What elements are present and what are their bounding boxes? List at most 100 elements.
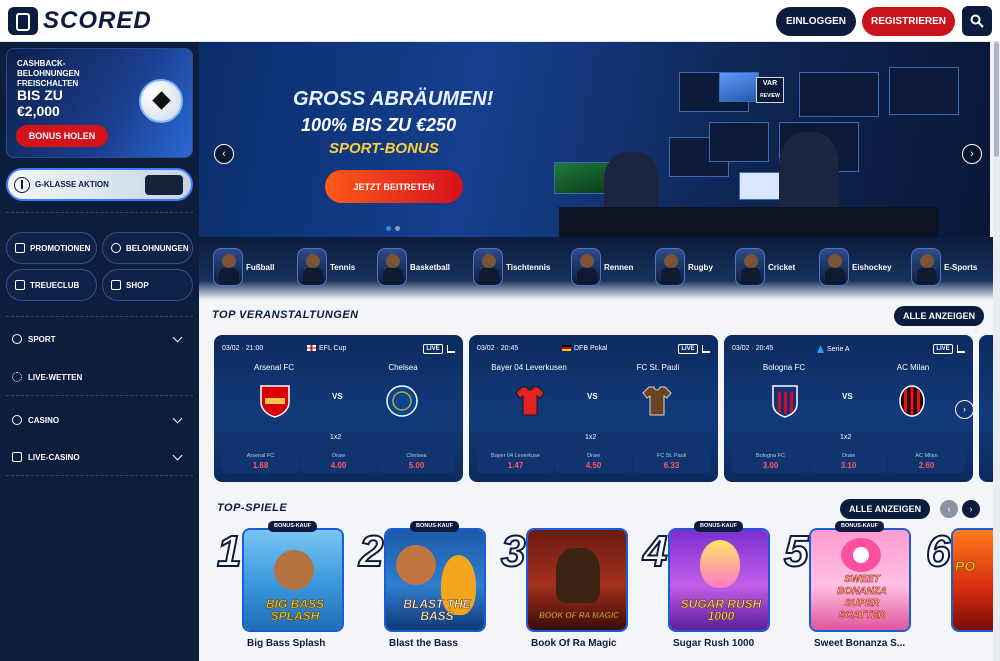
- sidebar-pill-shop[interactable]: SHOP: [102, 269, 193, 301]
- bonus-claim-button[interactable]: BONUS HOLEN: [16, 125, 108, 147]
- home-team: Bologna FC: [762, 363, 806, 372]
- sport-item-rennen[interactable]: Rennen: [571, 248, 633, 286]
- sidebar-pill-promotionen[interactable]: PROMOTIONEN: [6, 232, 97, 264]
- arsenal-crest-icon: [260, 385, 290, 418]
- game-item[interactable]: 2 BLAST THE BASS BONUS-KAUF Blast the Ba…: [358, 521, 499, 649]
- sport-item-esports[interactable]: E-Sports: [911, 248, 977, 286]
- sport-item-fussball[interactable]: Fußball: [213, 248, 274, 286]
- live-badge: LIVE: [933, 344, 953, 354]
- spade-icon: [12, 415, 22, 425]
- hero-bonus-type: SPORT-BONUS: [329, 140, 439, 157]
- sidebar-item-sport[interactable]: SPORT: [12, 329, 187, 349]
- athlete-avatar: [297, 248, 327, 286]
- top-bar: SCORED EINLOGGEN REGISTRIEREN: [0, 0, 1000, 42]
- cashback-promo-banner[interactable]: CASHBACK-BELOHNUNGEN FREISCHALTEN BIS ZU…: [6, 48, 193, 158]
- search-icon: [970, 14, 984, 28]
- sidebar-pill-belohnungen[interactable]: BELOHNUNGEN: [102, 232, 193, 264]
- logo[interactable]: SCORED: [8, 7, 152, 35]
- sport-item-eishockey[interactable]: Eishockey: [819, 248, 892, 286]
- odd-button-draw[interactable]: Draw 4.00: [300, 449, 377, 473]
- slide-dot-active[interactable]: [386, 226, 391, 231]
- event-competition: Serie A: [817, 345, 850, 353]
- mercedes-logo-icon: [14, 176, 30, 193]
- game-rank: 6: [926, 528, 952, 577]
- hero-headline: GROSS ABRÄUMEN!: [293, 88, 494, 110]
- slide-dot[interactable]: [395, 226, 400, 231]
- car-icon: [145, 175, 183, 195]
- game-item[interactable]: 4 SUGAR RUSH 1000 BONUS-KAUF Sugar Rush …: [642, 521, 783, 649]
- game-item[interactable]: 5 SWEET BONANZA SUPER SCATTER BONUS-KAUF…: [783, 521, 924, 649]
- stats-icon[interactable]: [447, 345, 455, 353]
- hero-next-button[interactable]: ›: [962, 144, 982, 164]
- game-thumbnail[interactable]: BOOK OF RA MAGIC: [526, 528, 628, 632]
- candy-graphic: [700, 540, 740, 588]
- athlete-avatar: [473, 248, 503, 286]
- game-item-partial[interactable]: 6 PO Po: [926, 528, 1000, 638]
- fisherman-graphic: [274, 550, 314, 590]
- game-thumbnail[interactable]: BLAST THE BASS: [384, 528, 486, 632]
- odd-label: Draw: [587, 453, 600, 459]
- game-thumbnail[interactable]: SWEET BONANZA SUPER SCATTER: [809, 528, 911, 632]
- athlete-avatar: [819, 248, 849, 286]
- sidebar-item-label: SPORT: [28, 334, 56, 344]
- cashback-amount: BIS ZU €2,000: [17, 87, 63, 119]
- main-content: VAR REVIEW GROSS ABRÄUMEN! 100% BIS ZU €…: [199, 42, 1000, 661]
- sidebar-pill-treueclub[interactable]: TREUECLUB: [6, 269, 97, 301]
- sidebar-item-live-wetten[interactable]: LIVE-WETTEN: [12, 367, 187, 387]
- monitor-graphic: [719, 72, 759, 102]
- odd-button-home[interactable]: Bayer 04 Leverkuse 1.47: [477, 449, 554, 473]
- stats-icon[interactable]: [702, 345, 710, 353]
- see-all-games-button[interactable]: ALLE ANZEIGEN: [840, 499, 931, 519]
- odd-button-home[interactable]: Arsenal FC 1.68: [222, 449, 299, 473]
- sport-item-tennis[interactable]: Tennis: [297, 248, 355, 286]
- sport-item-cricket[interactable]: Cricket: [735, 248, 795, 286]
- scrollbar-thumb[interactable]: [994, 42, 999, 157]
- bonus-buy-badge: BONUS-KAUF: [268, 521, 317, 532]
- event-card[interactable]: 03/02 · 20:45 DFB Pokal LIVE Bayer 04 Le…: [469, 335, 718, 482]
- odd-label: Draw: [332, 453, 345, 459]
- events-next-button[interactable]: ›: [955, 400, 974, 419]
- sport-item-rugby[interactable]: Rugby: [655, 248, 713, 286]
- event-card[interactable]: 03/02 · 21:00 EFL Cup LIVE Arsenal FC Ch…: [214, 335, 463, 482]
- register-button[interactable]: REGISTRIEREN: [862, 7, 955, 36]
- see-all-events-button[interactable]: ALLE ANZEIGEN: [894, 306, 985, 326]
- page-scrollbar[interactable]: [993, 42, 1000, 661]
- odd-button-away[interactable]: Chelsea 5.00: [378, 449, 455, 473]
- game-rank: 5: [783, 527, 810, 577]
- game-item[interactable]: 3 BOOK OF RA MAGIC Book Of Ra Magic: [500, 527, 641, 649]
- games-prev-button[interactable]: ‹: [940, 500, 958, 518]
- game-item[interactable]: 1 BIG BASS SPLASH BONUS-KAUF Big Bass Sp…: [216, 521, 357, 649]
- event-card[interactable]: 03/02 · 20:45 Serie A LIVE Bologna FC AC…: [724, 335, 973, 482]
- hero-prev-button[interactable]: ‹: [214, 144, 234, 164]
- competition-label: EFL Cup: [319, 345, 347, 352]
- hero-banner[interactable]: VAR REVIEW GROSS ABRÄUMEN! 100% BIS ZU €…: [199, 42, 990, 237]
- market-label: 1x2: [840, 434, 852, 441]
- sidebar-item-live-casino[interactable]: LIVE-CASINO: [12, 447, 187, 467]
- games-next-button[interactable]: ›: [962, 500, 980, 518]
- gclass-promo-button[interactable]: G-KLASSE AKTION: [6, 168, 193, 201]
- odd-label: Draw: [842, 453, 855, 459]
- search-button[interactable]: [962, 6, 992, 36]
- odd-button-away[interactable]: FC St. Pauli 6.33: [633, 449, 710, 473]
- game-thumbnail[interactable]: SUGAR RUSH 1000: [668, 528, 770, 632]
- stats-icon[interactable]: [957, 345, 965, 353]
- odd-button-draw[interactable]: Draw 4.50: [555, 449, 632, 473]
- join-now-button[interactable]: JETZT BEITRETEN: [325, 170, 463, 203]
- odd-button-away[interactable]: AC Milan 2.60: [888, 449, 965, 473]
- divider: [6, 395, 193, 396]
- odd-button-draw[interactable]: Draw 3.10: [810, 449, 887, 473]
- serie-a-logo-icon: [817, 345, 824, 353]
- odd-label: Bayer 04 Leverkuse: [491, 453, 540, 459]
- explorer-graphic: [556, 548, 600, 603]
- game-name: Sweet Bonanza S...: [814, 638, 906, 649]
- section-title-top-events: TOP VERANSTALTUNGEN: [212, 309, 359, 321]
- sport-item-basketball[interactable]: Basketball: [377, 248, 450, 286]
- odd-button-home[interactable]: Bologna FC 3.00: [732, 449, 809, 473]
- var-screen: VAR REVIEW: [756, 77, 784, 103]
- person-graphic: [779, 132, 839, 217]
- game-thumbnail[interactable]: BIG BASS SPLASH: [242, 528, 344, 632]
- game-rank: 4: [642, 527, 669, 577]
- login-button[interactable]: EINLOGGEN: [776, 7, 856, 36]
- sport-item-tischtennis[interactable]: Tischtennis: [473, 248, 550, 286]
- sidebar-item-casino[interactable]: CASINO: [12, 410, 187, 430]
